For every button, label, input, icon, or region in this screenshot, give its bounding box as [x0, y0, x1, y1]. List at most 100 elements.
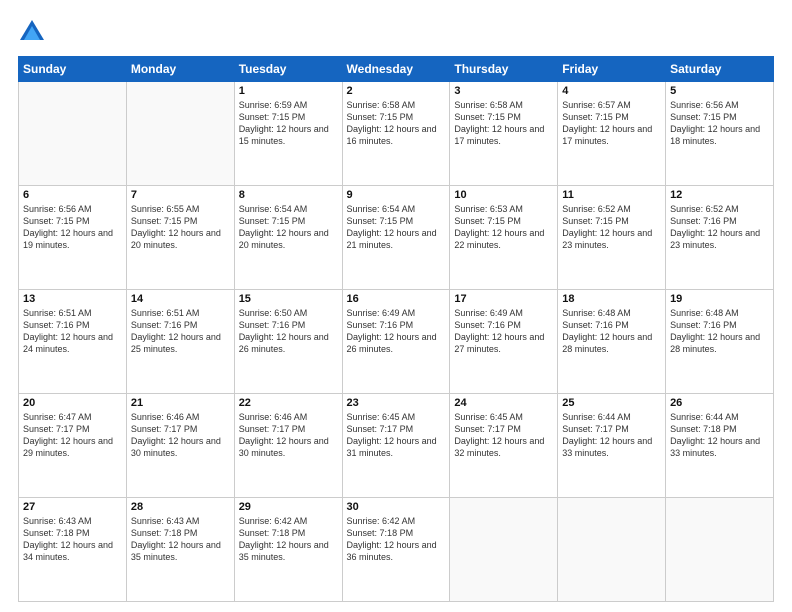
calendar-table: SundayMondayTuesdayWednesdayThursdayFrid…: [18, 56, 774, 602]
day-number: 9: [347, 189, 446, 201]
calendar-cell: 17 Sunrise: 6:49 AMSunset: 7:16 PMDayligh…: [450, 290, 558, 394]
calendar-cell: [126, 82, 234, 186]
calendar-cell: 19 Sunrise: 6:48 AMSunset: 7:16 PMDayligh…: [666, 290, 774, 394]
calendar-cell: 7 Sunrise: 6:55 AMSunset: 7:15 PMDaylight…: [126, 186, 234, 290]
calendar-cell: 27 Sunrise: 6:43 AMSunset: 7:18 PMDayligh…: [19, 498, 127, 602]
day-number: 21: [131, 397, 230, 409]
day-number: 11: [562, 189, 661, 201]
calendar-cell: 1 Sunrise: 6:59 AMSunset: 7:15 PMDaylight…: [234, 82, 342, 186]
calendar-cell: 28Sunrise: 6:43 AMSunset: 7:18 PMDayligh…: [126, 498, 234, 602]
sun-info: Sunrise: 6:46 AMSunset: 7:17 PMDaylight:…: [239, 411, 338, 460]
sun-info: Sunrise: 6:43 AMSunset: 7:18 PMDaylight:…: [23, 515, 122, 564]
calendar-cell: 21 Sunrise: 6:46 AMSunset: 7:17 PMDayligh…: [126, 394, 234, 498]
day-header-monday: Monday: [126, 57, 234, 82]
week-row-2: 6 Sunrise: 6:56 AMSunset: 7:15 PMDaylight…: [19, 186, 774, 290]
calendar-cell: 20Sunrise: 6:47 AMSunset: 7:17 PMDayligh…: [19, 394, 127, 498]
calendar-cell: 23Sunrise: 6:45 AMSunset: 7:17 PMDayligh…: [342, 394, 450, 498]
calendar-cell: 10Sunrise: 6:53 AMSunset: 7:15 PMDayligh…: [450, 186, 558, 290]
day-header-thursday: Thursday: [450, 57, 558, 82]
sun-info: Sunrise: 6:54 AMSunset: 7:15 PMDaylight:…: [347, 203, 446, 252]
day-number: 4: [562, 85, 661, 97]
calendar-cell: 11 Sunrise: 6:52 AMSunset: 7:15 PMDayligh…: [558, 186, 666, 290]
sun-info: Sunrise: 6:42 AMSunset: 7:18 PMDaylight:…: [347, 515, 446, 564]
day-number: 8: [239, 189, 338, 201]
day-number: 27: [23, 501, 122, 513]
calendar-cell: 30 Sunrise: 6:42 AMSunset: 7:18 PMDayligh…: [342, 498, 450, 602]
day-number: 29: [239, 501, 338, 513]
day-number: 3: [454, 85, 553, 97]
sun-info: Sunrise: 6:51 AMSunset: 7:16 PMDaylight:…: [23, 307, 122, 356]
sun-info: Sunrise: 6:43 AMSunset: 7:18 PMDaylight:…: [131, 515, 230, 564]
day-header-tuesday: Tuesday: [234, 57, 342, 82]
day-number: 17: [454, 293, 553, 305]
day-header-saturday: Saturday: [666, 57, 774, 82]
day-header-friday: Friday: [558, 57, 666, 82]
day-number: 5: [670, 85, 769, 97]
calendar-cell: 4 Sunrise: 6:57 AMSunset: 7:15 PMDaylight…: [558, 82, 666, 186]
calendar-cell: 12 Sunrise: 6:52 AMSunset: 7:16 PMDayligh…: [666, 186, 774, 290]
sun-info: Sunrise: 6:46 AMSunset: 7:17 PMDaylight:…: [131, 411, 230, 460]
calendar-cell: 14 Sunrise: 6:51 AMSunset: 7:16 PMDayligh…: [126, 290, 234, 394]
calendar-cell: 29 Sunrise: 6:42 AMSunset: 7:18 PMDayligh…: [234, 498, 342, 602]
calendar-cell: [450, 498, 558, 602]
sun-info: Sunrise: 6:52 AMSunset: 7:15 PMDaylight:…: [562, 203, 661, 252]
day-number: 30: [347, 501, 446, 513]
sun-info: Sunrise: 6:58 AMSunset: 7:15 PMDaylight:…: [347, 99, 446, 148]
calendar-cell: 6 Sunrise: 6:56 AMSunset: 7:15 PMDaylight…: [19, 186, 127, 290]
day-number: 7: [131, 189, 230, 201]
calendar-cell: 5 Sunrise: 6:56 AMSunset: 7:15 PMDaylight…: [666, 82, 774, 186]
sun-info: Sunrise: 6:49 AMSunset: 7:16 PMDaylight:…: [454, 307, 553, 356]
sun-info: Sunrise: 6:57 AMSunset: 7:15 PMDaylight:…: [562, 99, 661, 148]
sun-info: Sunrise: 6:51 AMSunset: 7:16 PMDaylight:…: [131, 307, 230, 356]
sun-info: Sunrise: 6:56 AMSunset: 7:15 PMDaylight:…: [670, 99, 769, 148]
day-number: 23: [347, 397, 446, 409]
sun-info: Sunrise: 6:52 AMSunset: 7:16 PMDaylight:…: [670, 203, 769, 252]
logo-icon: [18, 18, 46, 46]
day-number: 26: [670, 397, 769, 409]
calendar-cell: [558, 498, 666, 602]
sun-info: Sunrise: 6:48 AMSunset: 7:16 PMDaylight:…: [562, 307, 661, 356]
header: [18, 18, 774, 46]
calendar-cell: 15 Sunrise: 6:50 AMSunset: 7:16 PMDayligh…: [234, 290, 342, 394]
day-number: 24: [454, 397, 553, 409]
calendar-cell: 22 Sunrise: 6:46 AMSunset: 7:17 PMDayligh…: [234, 394, 342, 498]
day-number: 16: [347, 293, 446, 305]
calendar-cell: [666, 498, 774, 602]
sun-info: Sunrise: 6:48 AMSunset: 7:16 PMDaylight:…: [670, 307, 769, 356]
sun-info: Sunrise: 6:45 AMSunset: 7:17 PMDaylight:…: [454, 411, 553, 460]
sun-info: Sunrise: 6:44 AMSunset: 7:18 PMDaylight:…: [670, 411, 769, 460]
calendar-cell: 16Sunrise: 6:49 AMSunset: 7:16 PMDayligh…: [342, 290, 450, 394]
sun-info: Sunrise: 6:42 AMSunset: 7:18 PMDaylight:…: [239, 515, 338, 564]
sun-info: Sunrise: 6:55 AMSunset: 7:15 PMDaylight:…: [131, 203, 230, 252]
calendar-cell: 3 Sunrise: 6:58 AMSunset: 7:15 PMDaylight…: [450, 82, 558, 186]
day-header-wednesday: Wednesday: [342, 57, 450, 82]
calendar-cell: 24 Sunrise: 6:45 AMSunset: 7:17 PMDayligh…: [450, 394, 558, 498]
logo: [18, 18, 50, 46]
day-number: 10: [454, 189, 553, 201]
day-number: 14: [131, 293, 230, 305]
sun-info: Sunrise: 6:59 AMSunset: 7:15 PMDaylight:…: [239, 99, 338, 148]
day-number: 15: [239, 293, 338, 305]
calendar-cell: 2 Sunrise: 6:58 AMSunset: 7:15 PMDaylight…: [342, 82, 450, 186]
day-number: 1: [239, 85, 338, 97]
calendar-cell: 8 Sunrise: 6:54 AMSunset: 7:15 PMDaylight…: [234, 186, 342, 290]
sun-info: Sunrise: 6:54 AMSunset: 7:15 PMDaylight:…: [239, 203, 338, 252]
week-row-3: 13Sunrise: 6:51 AMSunset: 7:16 PMDayligh…: [19, 290, 774, 394]
page: SundayMondayTuesdayWednesdayThursdayFrid…: [0, 0, 792, 612]
day-number: 19: [670, 293, 769, 305]
sun-info: Sunrise: 6:58 AMSunset: 7:15 PMDaylight:…: [454, 99, 553, 148]
day-header-sunday: Sunday: [19, 57, 127, 82]
calendar-cell: 18Sunrise: 6:48 AMSunset: 7:16 PMDayligh…: [558, 290, 666, 394]
day-number: 12: [670, 189, 769, 201]
sun-info: Sunrise: 6:50 AMSunset: 7:16 PMDaylight:…: [239, 307, 338, 356]
sun-info: Sunrise: 6:56 AMSunset: 7:15 PMDaylight:…: [23, 203, 122, 252]
week-row-4: 20Sunrise: 6:47 AMSunset: 7:17 PMDayligh…: [19, 394, 774, 498]
sun-info: Sunrise: 6:47 AMSunset: 7:17 PMDaylight:…: [23, 411, 122, 460]
week-row-1: 1 Sunrise: 6:59 AMSunset: 7:15 PMDaylight…: [19, 82, 774, 186]
week-row-5: 27 Sunrise: 6:43 AMSunset: 7:18 PMDayligh…: [19, 498, 774, 602]
calendar-cell: [19, 82, 127, 186]
day-number: 6: [23, 189, 122, 201]
day-number: 2: [347, 85, 446, 97]
day-number: 22: [239, 397, 338, 409]
sun-info: Sunrise: 6:44 AMSunset: 7:17 PMDaylight:…: [562, 411, 661, 460]
